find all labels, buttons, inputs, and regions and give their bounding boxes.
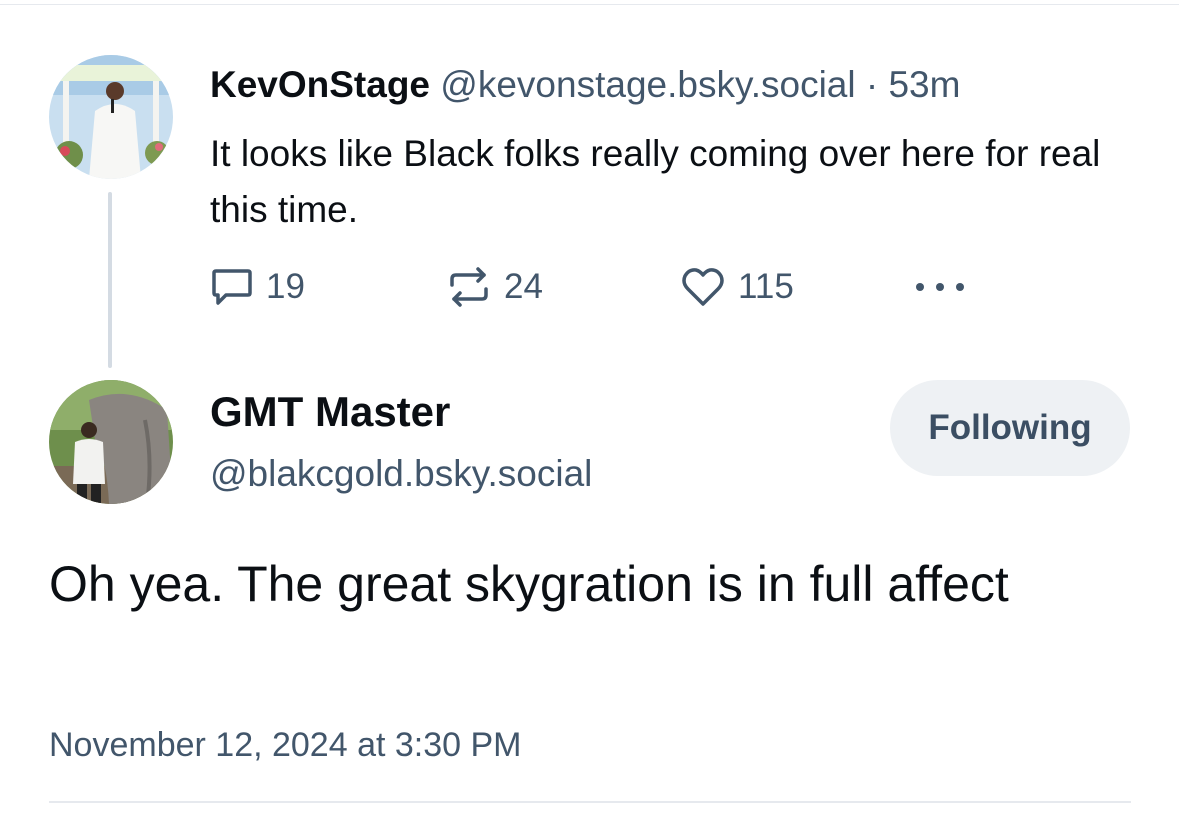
more-options-button[interactable]	[914, 262, 966, 312]
repost-button[interactable]: 24	[446, 262, 543, 312]
post-timestamp: November 12, 2024 at 3:30 PM	[49, 726, 522, 764]
parent-handle[interactable]: @kevonstage.bsky.social	[440, 64, 855, 105]
parent-display-name[interactable]: KevOnStage	[210, 64, 430, 105]
reply-count: 19	[266, 267, 305, 306]
like-button[interactable]: 115	[680, 262, 794, 312]
main-display-name[interactable]: GMT Master	[210, 386, 450, 438]
main-avatar-image	[49, 380, 173, 504]
reply-bubble-icon	[210, 267, 254, 307]
parent-time-ago[interactable]: 53m	[888, 64, 960, 105]
reply-button[interactable]: 19	[210, 262, 305, 312]
parent-avatar-image	[49, 55, 173, 179]
main-post-text: Oh yea. The great skygration is in full …	[49, 556, 1009, 612]
parent-post-text: It looks like Black folks really coming …	[210, 133, 1101, 230]
main-handle[interactable]: @blakcgold.bsky.social	[210, 450, 592, 498]
parent-post-actions: 19 24 115	[210, 262, 990, 312]
main-avatar[interactable]	[49, 380, 173, 504]
parent-avatar[interactable]	[49, 55, 173, 179]
like-count: 115	[738, 267, 794, 306]
more-horizontal-icon	[914, 277, 966, 297]
repost-count: 24	[504, 267, 543, 306]
parent-post-header: KevOnStage @kevonstage.bsky.social · 53m	[210, 62, 960, 108]
thread-connector-line	[108, 192, 112, 368]
following-button[interactable]: Following	[890, 380, 1130, 476]
heart-icon	[680, 266, 726, 308]
header-separator: ·	[865, 64, 879, 105]
bottom-divider	[49, 801, 1131, 803]
parent-post[interactable]: KevOnStage @kevonstage.bsky.social · 53m…	[0, 0, 1179, 380]
repost-icon	[446, 265, 492, 309]
